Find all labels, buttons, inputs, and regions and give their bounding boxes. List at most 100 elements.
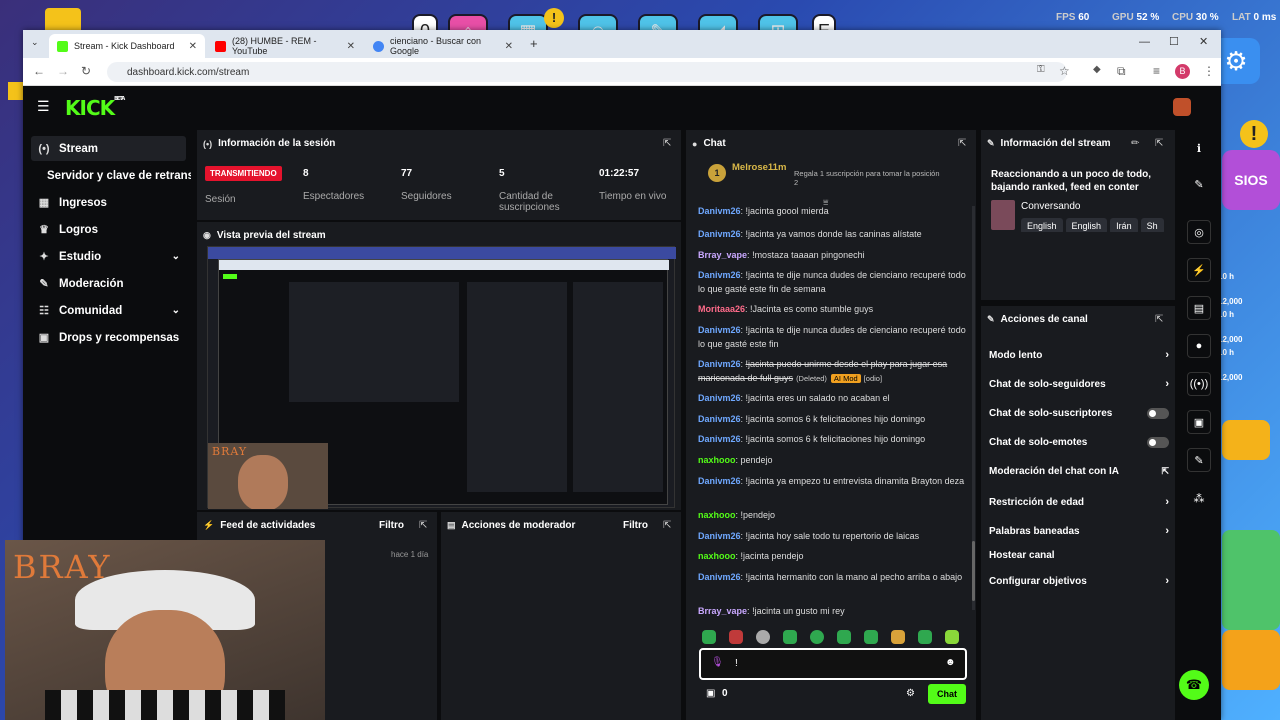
- tag-chip[interactable]: English: [1065, 218, 1108, 232]
- bookmark-star-icon[interactable]: ☆: [1059, 64, 1070, 78]
- chat-username[interactable]: Danivm26: [698, 434, 741, 444]
- emoji-icon[interactable]: ☻: [945, 657, 956, 668]
- chat-message[interactable]: Moritaaa26: !Jacinta es como stumble guy…: [698, 302, 966, 316]
- emote-icon[interactable]: [783, 630, 797, 644]
- chat-username[interactable]: naxhooo: [698, 455, 736, 465]
- user-avatar[interactable]: [1173, 98, 1191, 116]
- tab-google[interactable]: cienciano - Buscar con Google ✕: [365, 34, 521, 58]
- help-icon[interactable]: ☎: [1179, 670, 1209, 700]
- close-icon[interactable]: ✕: [189, 41, 197, 52]
- chat-scrollbar[interactable]: [972, 206, 975, 610]
- key-icon[interactable]: ⚿: [1037, 64, 1045, 75]
- chat-message[interactable]: Danivm26: !jacinta somos 6 k felicitacio…: [698, 412, 966, 426]
- popout-icon[interactable]: ⇱: [1155, 138, 1163, 149]
- kick-logo[interactable]: KICKBETA: [65, 96, 125, 120]
- emote-icon[interactable]: [756, 630, 770, 644]
- sidebar-item-comunidad[interactable]: ☷ Comunidad ⌄: [31, 298, 186, 323]
- chat-username[interactable]: Danivm26: [698, 414, 741, 424]
- extension-icon[interactable]: ◆: [1093, 64, 1101, 75]
- chat-username[interactable]: Moritaaa26: [698, 304, 745, 314]
- action-followers-only[interactable]: Chat de solo-seguidores ›: [989, 378, 1169, 390]
- media-icon[interactable]: ≡: [1153, 64, 1160, 78]
- emotes-only-toggle[interactable]: [1147, 437, 1169, 448]
- sidebar-item-stream[interactable]: (•) Stream: [31, 136, 186, 161]
- action-host-channel[interactable]: Hostear canal: [989, 550, 1169, 561]
- emote-icon[interactable]: [918, 630, 932, 644]
- chat-username[interactable]: Danivm26: [698, 476, 741, 486]
- sidebar-item-ingresos[interactable]: ▦ Ingresos: [31, 190, 186, 215]
- sidebar-item-moderacion[interactable]: ✎ Moderación: [31, 271, 186, 296]
- sidebar-item-logros[interactable]: ♛ Logros: [31, 217, 186, 242]
- pinned-user[interactable]: Melrose11m: [732, 162, 786, 173]
- action-ai-moderation[interactable]: Moderación del chat con IA ⇱: [989, 466, 1169, 477]
- bolt-rail-icon[interactable]: ⚡: [1187, 258, 1211, 282]
- stream-info-rail-icon[interactable]: ▣: [1187, 410, 1211, 434]
- action-subs-only[interactable]: Chat de solo-suscriptores: [989, 408, 1169, 419]
- emote-icon[interactable]: [810, 630, 824, 644]
- forward-icon[interactable]: →: [57, 64, 69, 78]
- profile-avatar[interactable]: B: [1175, 64, 1190, 79]
- chat-message[interactable]: naxhooo: pendejo: [698, 453, 966, 467]
- chat-rail-icon[interactable]: ●: [1187, 334, 1211, 358]
- chat-username[interactable]: Danivm26: [698, 572, 741, 582]
- chat-message[interactable]: Danivm26: !jacinta ya empezo tu entrevis…: [698, 474, 966, 488]
- list-rail-icon[interactable]: ▤: [1187, 296, 1211, 320]
- chat-scrollbar-thumb[interactable]: [972, 541, 975, 601]
- tab-youtube[interactable]: (28) HUMBE - REM - YouTube ✕: [207, 34, 363, 58]
- new-tab-button[interactable]: +: [530, 36, 538, 51]
- chat-username[interactable]: naxhooo: [698, 510, 736, 520]
- camera-rail-icon[interactable]: ◎: [1187, 220, 1211, 244]
- apps-icon[interactable]: ⁂: [1187, 486, 1211, 510]
- address-bar[interactable]: dashboard.kick.com/stream: [107, 62, 1067, 82]
- reload-icon[interactable]: ↻: [81, 64, 91, 78]
- close-icon[interactable]: ✕: [505, 41, 513, 52]
- action-goals[interactable]: Configurar objetivos ›: [989, 575, 1169, 587]
- chat-send-button[interactable]: Chat: [928, 684, 966, 704]
- chat-message[interactable]: Danivm26: !jacinta goool mierda: [698, 206, 966, 218]
- tab-list-icon[interactable]: ⌄: [31, 37, 39, 48]
- broadcast-rail-icon[interactable]: ((•)): [1187, 372, 1211, 396]
- chat-username[interactable]: Danivm26: [698, 325, 741, 335]
- tag-chip[interactable]: Sh: [1140, 218, 1164, 232]
- popout-icon[interactable]: ⇱: [663, 138, 671, 149]
- chat-username[interactable]: Danivm26: [698, 229, 741, 239]
- popout-icon[interactable]: ⇱: [419, 520, 427, 531]
- action-emotes-only[interactable]: Chat de solo-emotes: [989, 437, 1169, 448]
- menu-icon[interactable]: ⋮: [1203, 64, 1215, 78]
- chat-message[interactable]: Danivm26: !jacinta ya vamos donde las ca…: [698, 227, 966, 241]
- activity-filter-button[interactable]: Filtro: [379, 520, 404, 531]
- chat-username[interactable]: Danivm26: [698, 359, 741, 369]
- subs-only-toggle[interactable]: [1147, 408, 1169, 419]
- emote-icon[interactable]: [945, 630, 959, 644]
- emote-icon[interactable]: [837, 630, 851, 644]
- chat-message[interactable]: Brray_vape: !jacinta un gusto mi rey: [698, 604, 966, 618]
- chat-message[interactable]: Danivm26: !jacinta hoy sale todo tu repe…: [698, 529, 966, 543]
- chat-input[interactable]: 🎙 ! ☻: [699, 648, 967, 680]
- chat-username[interactable]: Danivm26: [698, 531, 741, 541]
- emote-icon[interactable]: [891, 630, 905, 644]
- chat-username[interactable]: Danivm26: [698, 393, 741, 403]
- chat-message[interactable]: Danivm26: !jacinta hermanito con la mano…: [698, 570, 966, 584]
- chat-message[interactable]: Danivm26: !jacinta te dije nunca dudes d…: [698, 323, 966, 351]
- tab-kick[interactable]: Stream - Kick Dashboard ✕: [49, 34, 205, 58]
- chat-message[interactable]: naxhooo: !jacinta pendejo: [698, 549, 966, 563]
- chat-message[interactable]: Brray_vape: !mostaza taaaan pingonechi: [698, 248, 966, 262]
- sidebar-item-estudio[interactable]: ✦ Estudio ⌄: [31, 244, 186, 269]
- pencil-icon[interactable]: ✎: [1187, 172, 1211, 196]
- points-icon[interactable]: ▣: [706, 688, 715, 699]
- action-slow-mode[interactable]: Modo lento ›: [989, 349, 1169, 361]
- chat-message[interactable]: Danivm26: !jacinta eres un salado no aca…: [698, 391, 966, 405]
- chat-message[interactable]: naxhooo: !pendejo: [698, 508, 966, 522]
- puzzle-icon[interactable]: ⧉: [1117, 64, 1126, 79]
- chat-username[interactable]: Brray_vape: [698, 606, 747, 616]
- tag-chip[interactable]: English: [1021, 218, 1063, 232]
- mod-filter-button[interactable]: Filtro: [623, 520, 648, 531]
- popout-icon[interactable]: ⇱: [663, 520, 671, 531]
- chat-settings-icon[interactable]: ⚙: [906, 688, 915, 699]
- maximize-icon[interactable]: ☐: [1169, 35, 1179, 48]
- info-icon[interactable]: ℹ: [1187, 136, 1211, 160]
- chat-message[interactable]: Danivm26: !jacinta somos 6 k felicitacio…: [698, 432, 966, 446]
- tag-chip[interactable]: Irán: [1110, 218, 1138, 232]
- close-window-icon[interactable]: ✕: [1199, 35, 1208, 48]
- close-icon[interactable]: ✕: [347, 41, 355, 52]
